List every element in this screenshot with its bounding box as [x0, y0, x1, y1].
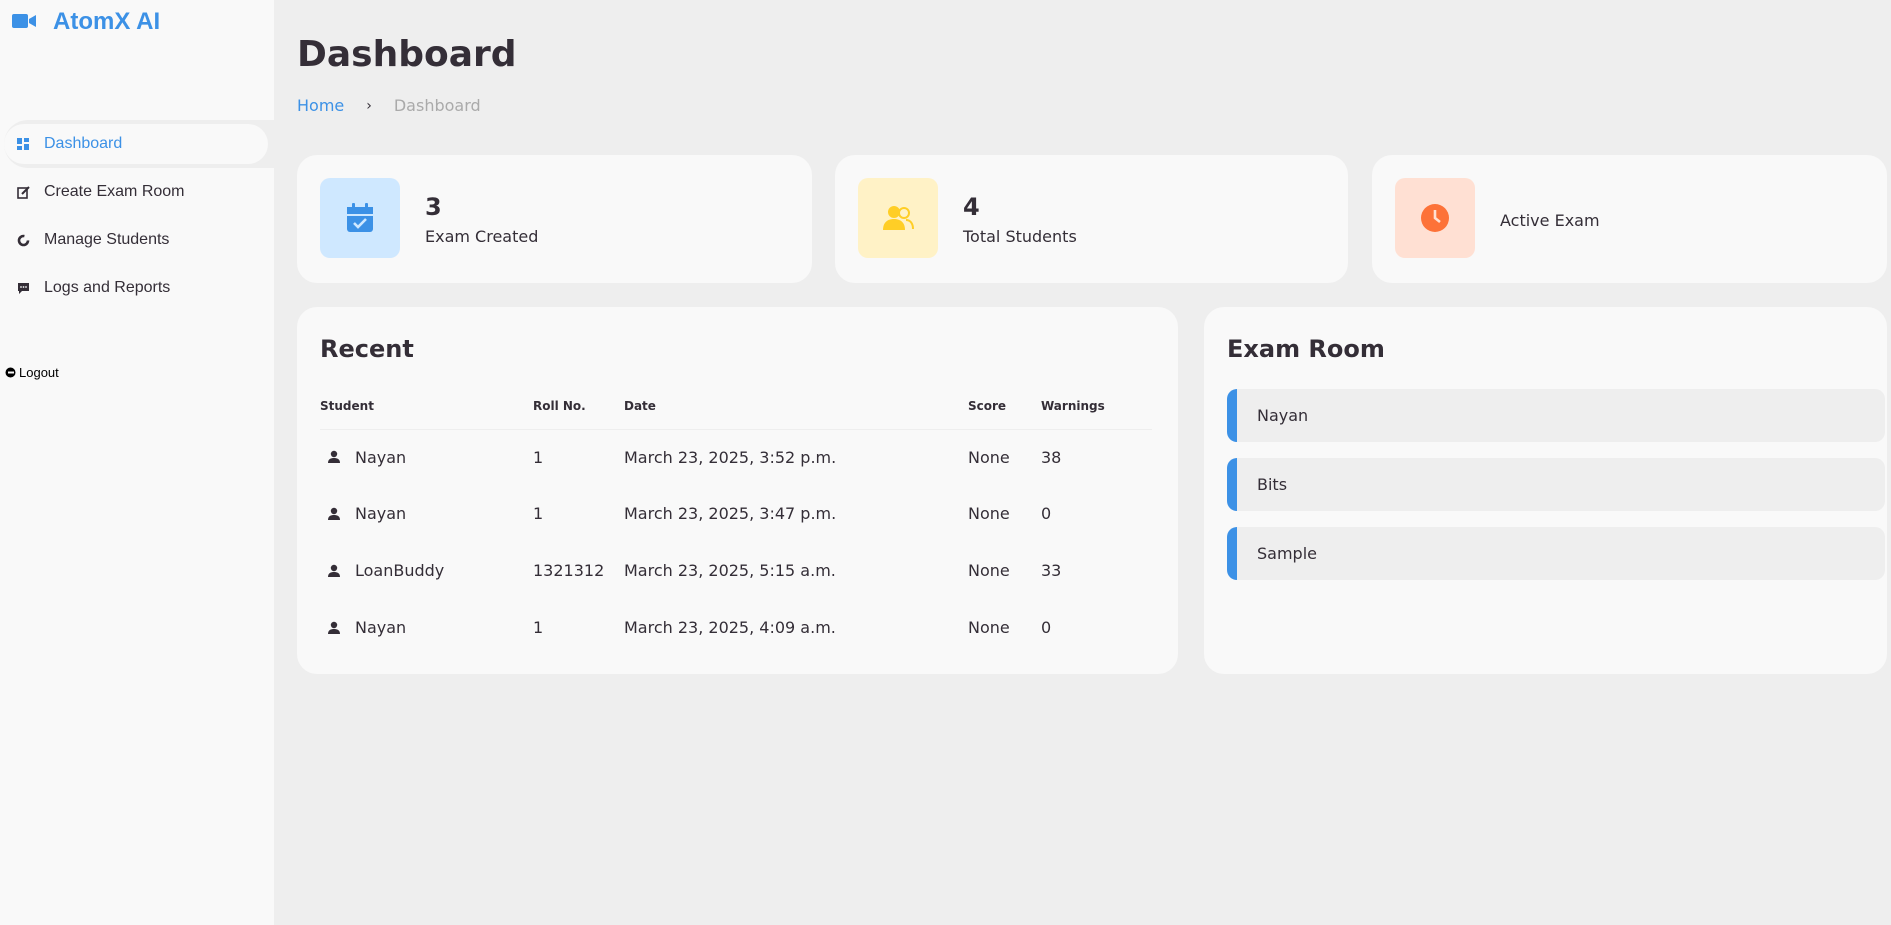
- score: None: [968, 561, 1010, 580]
- student-name: LoanBuddy: [355, 561, 445, 580]
- brand[interactable]: AtomX AI: [0, 0, 274, 118]
- table-row[interactable]: LoanBuddy 1321312 March 23, 2025, 5:15 a…: [320, 542, 1152, 599]
- user-icon: [328, 564, 340, 577]
- column-header: Score: [968, 383, 1041, 430]
- edit-icon: [16, 185, 30, 199]
- stat-value: 4: [963, 193, 980, 221]
- brand-name: AtomX AI: [53, 8, 161, 35]
- stat-label: Total Students: [963, 227, 1077, 246]
- exam-room-panel: Exam Room Nayan Bits Sample: [1204, 307, 1887, 674]
- breadcrumb-home[interactable]: Home: [297, 96, 344, 115]
- table-row[interactable]: Nayan 1 March 23, 2025, 4:09 a.m. None 0: [320, 599, 1152, 656]
- stat-value: 3: [425, 193, 442, 221]
- stat-icon-box: [320, 178, 400, 258]
- roll-no: 1: [533, 618, 544, 637]
- user-icon: [328, 451, 340, 464]
- sidebar-item-label: Manage Students: [44, 231, 170, 248]
- stat-icon-box: [1395, 178, 1475, 258]
- stat-card-students: 4 Total Students: [835, 155, 1348, 283]
- video-camera-icon: [12, 14, 36, 28]
- score: None: [968, 618, 1010, 637]
- stat-label: Active Exam: [1500, 211, 1600, 230]
- breadcrumb-current[interactable]: Dashboard: [394, 96, 481, 115]
- main-content: Dashboard Home › Dashboard 3 Exam Create…: [274, 0, 1891, 925]
- group-icon: [883, 206, 914, 230]
- table-row[interactable]: Nayan 1 March 23, 2025, 3:47 p.m. None 0: [320, 485, 1152, 542]
- column-header: Roll No.: [533, 383, 624, 430]
- date: March 23, 2025, 3:52 p.m.: [624, 447, 837, 467]
- sidebar: AtomX AI Dashboard Create Exam Room Mana…: [0, 0, 274, 925]
- exam-room-title: Exam Room: [1227, 335, 1385, 363]
- exam-room-item[interactable]: Sample: [1227, 527, 1885, 580]
- date: March 23, 2025, 4:09 a.m.: [624, 618, 836, 637]
- table-row[interactable]: Nayan 1 March 23, 2025, 3:52 p.m. None 3…: [320, 429, 1152, 485]
- sidebar-item-manage-students[interactable]: Manage Students: [4, 216, 274, 264]
- student-name: Nayan: [355, 618, 407, 637]
- score: None: [968, 504, 1010, 523]
- stat-card-active-exam: Active Exam: [1372, 155, 1887, 283]
- sidebar-menu: Dashboard Create Exam Room Manage Studen…: [0, 120, 274, 312]
- stat-label: Exam Created: [425, 227, 539, 246]
- calendar-check-icon: [347, 203, 373, 232]
- table-header-row: Student Roll No. Date Score Warnings: [320, 383, 1152, 430]
- stat-icon-box: [858, 178, 938, 258]
- message-icon: [16, 281, 30, 295]
- sidebar-item-label: Create Exam Room: [44, 183, 185, 200]
- clock-icon: [1421, 204, 1449, 232]
- exam-room-item[interactable]: Nayan: [1227, 389, 1885, 442]
- sidebar-item-label: Logs and Reports: [44, 279, 171, 296]
- student-name: Nayan: [355, 447, 407, 467]
- sidebar-item-label: Dashboard: [44, 135, 123, 152]
- roll-no: 1: [533, 447, 544, 467]
- recent-table: Student Roll No. Date Score Warnings Nay…: [320, 383, 1152, 656]
- recent-title: Recent: [320, 335, 414, 363]
- roll-no: 1321312: [533, 561, 605, 580]
- column-header: Student: [320, 383, 533, 430]
- roll-no: 1: [533, 504, 544, 523]
- user-icon: [328, 507, 340, 520]
- exam-room-item[interactable]: Bits: [1227, 458, 1885, 511]
- date: March 23, 2025, 5:15 a.m.: [624, 561, 836, 580]
- warnings: 0: [1041, 504, 1052, 523]
- warnings: 38: [1041, 447, 1062, 467]
- recent-panel: Recent Student Roll No. Date Score Warni…: [297, 307, 1178, 674]
- logout-button[interactable]: Logout: [5, 365, 59, 380]
- sidebar-item-create-exam-room[interactable]: Create Exam Room: [4, 168, 274, 216]
- column-header: Date: [624, 383, 968, 430]
- breadcrumb: Home › Dashboard: [297, 96, 481, 115]
- page-title: Dashboard: [297, 34, 517, 75]
- date: March 23, 2025, 3:47 p.m.: [624, 504, 837, 523]
- warnings: 33: [1041, 561, 1062, 580]
- column-header: Warnings: [1041, 383, 1152, 430]
- student-name: Nayan: [355, 504, 407, 523]
- sidebar-item-logs-and-reports[interactable]: Logs and Reports: [4, 264, 274, 312]
- exam-room-list: Nayan Bits Sample: [1227, 389, 1885, 596]
- score: None: [968, 447, 1010, 467]
- stat-card-exams: 3 Exam Created: [297, 155, 812, 283]
- chevron-right-icon: ›: [366, 97, 372, 114]
- logout-label: Logout: [19, 365, 59, 380]
- warnings: 0: [1041, 618, 1052, 637]
- user-icon: [328, 621, 340, 634]
- pie-icon: [16, 233, 30, 247]
- sidebar-item-dashboard[interactable]: Dashboard: [4, 120, 274, 168]
- dashboard-icon: [16, 137, 30, 151]
- logout-icon: [5, 367, 16, 378]
